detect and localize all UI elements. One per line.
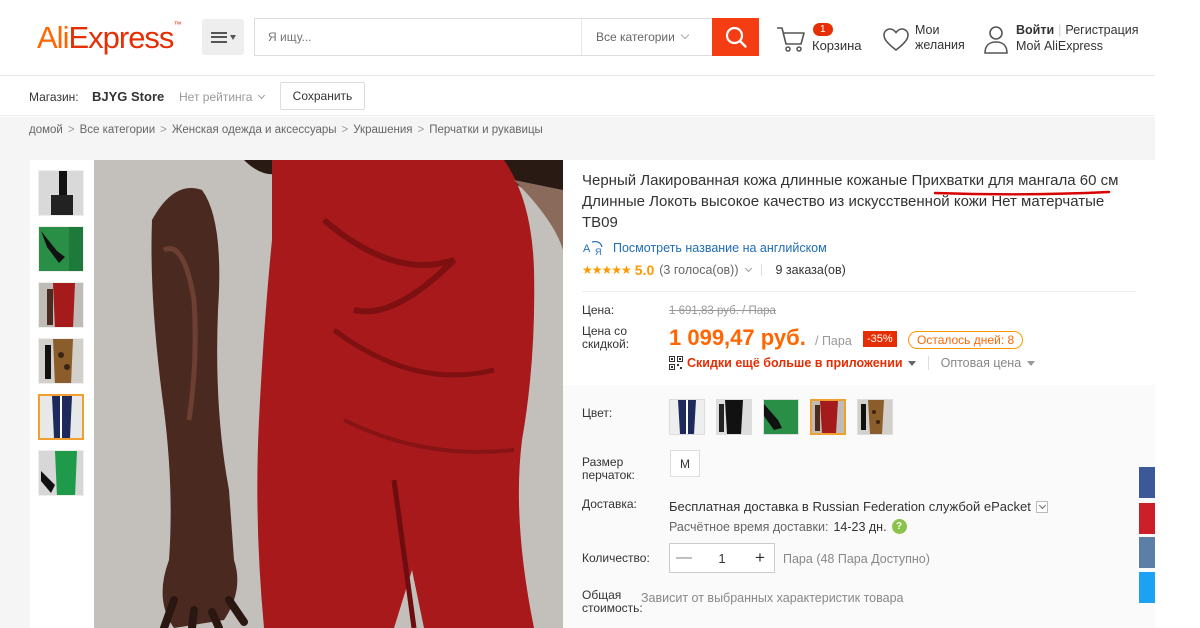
breadcrumb-womens-clothing[interactable]: Женская одежда и аксессуары <box>172 124 337 136</box>
size-label: Размер перчаток: <box>582 455 635 482</box>
app-discount-row: Скидки ещё больше в приложении Оптовая ц… <box>669 356 1035 370</box>
color-swatch-green[interactable] <box>763 399 799 435</box>
product-main-image[interactable] <box>94 160 563 628</box>
user-icon <box>984 26 1008 54</box>
discount-price-label: Цена со скидкой: <box>582 324 630 351</box>
quantity-stepper: — 1 + <box>669 543 775 573</box>
thumbnail[interactable] <box>38 170 84 216</box>
rating-summary: ★★★★★ 5.0 (3 голоса(ов)) 9 заказа(ов) <box>582 262 846 278</box>
thumbnail-list <box>30 160 94 628</box>
translate-title-link[interactable]: A Я Посмотреть название на английском <box>582 240 827 256</box>
chevron-down-icon <box>257 91 265 100</box>
rating-score: 5.0 <box>634 262 655 278</box>
quantity-increase-button[interactable]: + <box>746 548 774 568</box>
svg-text:Я: Я <box>595 247 602 256</box>
quantity-decrease-button[interactable]: — <box>670 549 698 567</box>
caret-down-icon <box>229 34 236 40</box>
cart-icon <box>777 27 805 52</box>
price-unit: / Пара <box>815 334 852 348</box>
twitter-icon[interactable] <box>1139 572 1155 603</box>
thumbnail[interactable] <box>38 226 84 272</box>
delivery-option[interactable]: Бесплатная доставка в Russian Federation… <box>669 499 1048 514</box>
facebook-icon[interactable] <box>1139 467 1155 498</box>
breadcrumb-gloves[interactable]: Перчатки и рукавицы <box>429 124 543 136</box>
thumbnail-selected[interactable] <box>38 394 84 440</box>
thumbnail[interactable] <box>38 450 84 496</box>
total-label: Общая стоимость: <box>582 588 643 615</box>
app-discount-link[interactable]: Скидки ещё больше в приложении <box>687 356 903 370</box>
thumbnail[interactable] <box>38 282 84 328</box>
hamburger-icon <box>210 31 227 43</box>
aliexpress-logo[interactable]: AliExpress™ <box>37 20 181 56</box>
delivery-time: Расчётное время доставки: 14-23 дн. ? <box>669 519 907 534</box>
qr-code-icon <box>669 356 683 370</box>
wholesale-price-link[interactable]: Оптовая цена <box>941 356 1035 370</box>
quantity-input[interactable]: 1 <box>698 551 746 566</box>
price-label: Цена: <box>582 303 615 317</box>
breadcrumb-all-categories[interactable]: Все категории <box>80 124 156 136</box>
cart-count-badge: 1 <box>813 23 833 36</box>
color-swatch-black[interactable] <box>716 399 752 435</box>
store-label: Магазин: <box>29 90 79 104</box>
translate-icon: A Я <box>583 240 603 256</box>
login-link[interactable]: Войти <box>1016 23 1054 37</box>
cart-label: Корзина <box>812 38 862 53</box>
store-name[interactable]: BJYG Store <box>92 89 164 104</box>
caret-down-icon <box>1026 361 1035 367</box>
cart-link[interactable]: 1 Корзина <box>776 22 871 58</box>
product-title: Черный Лакированная кожа длинные кожаные… <box>582 172 1119 231</box>
orders-count: 9 заказа(ов) <box>775 263 846 277</box>
chevron-down-icon <box>1035 500 1048 513</box>
discount-price: 1 099,47 руб. <box>669 325 806 350</box>
color-swatch-blue[interactable] <box>669 399 705 435</box>
color-swatch-red-selected[interactable] <box>810 399 846 435</box>
votes-link[interactable]: (3 голоса(ов)) <box>659 263 738 277</box>
register-link[interactable]: Регистрация <box>1065 23 1138 37</box>
size-option-m[interactable]: M <box>670 450 700 477</box>
site-header: AliExpress™ Все категории 1 Корзина Мои <box>0 0 1155 76</box>
search-button[interactable] <box>712 18 759 56</box>
rating-stars: ★★★★★ <box>582 263 632 277</box>
breadcrumb: домой > Все категории > Женская одежда и акс… <box>0 117 1155 147</box>
breadcrumb-home[interactable]: домой <box>29 124 63 136</box>
thumbnail[interactable] <box>38 338 84 384</box>
my-account-link[interactable]: Мой AliExpress <box>1016 39 1103 54</box>
store-bar: Магазин: BJYG Store Нет рейтинга Сохрани… <box>0 77 1155 116</box>
categories-menu-button[interactable] <box>202 19 244 55</box>
product-details: Черный Лакированная кожа длинные кожаные… <box>563 160 1155 628</box>
availability-text: Пара (48 Пара Доступно) <box>783 552 930 566</box>
search-icon <box>725 26 747 48</box>
total-price-note: Зависит от выбранных характеристик товар… <box>641 591 904 605</box>
save-store-button[interactable]: Сохранить <box>280 82 365 110</box>
pinterest-icon[interactable] <box>1139 503 1155 534</box>
search-category-select[interactable]: Все категории <box>581 19 712 55</box>
chevron-down-icon <box>680 30 690 40</box>
color-label: Цвет: <box>582 406 613 420</box>
heart-icon <box>883 28 909 52</box>
color-swatch-leopard[interactable] <box>857 399 893 435</box>
svg-text:A: A <box>583 243 591 255</box>
caret-down-icon <box>907 360 916 366</box>
store-rating[interactable]: Нет рейтинга <box>179 90 265 104</box>
search-bar: Все категории <box>254 18 759 56</box>
vk-icon[interactable] <box>1139 537 1155 568</box>
delivery-label: Доставка: <box>582 497 637 511</box>
discount-badge: -35% <box>863 331 897 347</box>
chevron-down-icon <box>745 264 753 273</box>
help-icon[interactable]: ? <box>891 519 907 534</box>
days-left-badge: Осталось дней: 8 <box>908 331 1024 349</box>
breadcrumb-jewelry[interactable]: Украшения <box>353 124 412 136</box>
old-price: 1 691,83 руб. / Пара <box>669 305 776 317</box>
quantity-label: Количество: <box>582 551 650 565</box>
highlight-underline <box>933 190 1111 196</box>
search-input[interactable] <box>255 19 581 55</box>
